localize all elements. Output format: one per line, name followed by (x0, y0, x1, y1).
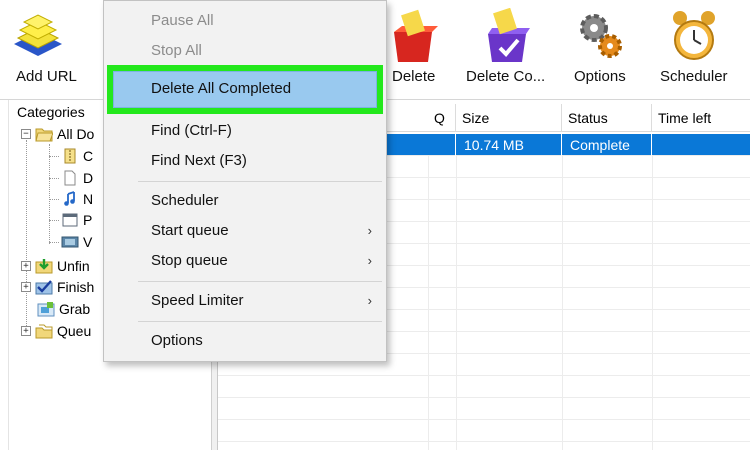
menu-item-find-next[interactable]: Find Next (F3) (104, 147, 386, 175)
tree-item-compressed[interactable]: C (61, 145, 93, 167)
delete-icon (394, 9, 438, 62)
tree-item-queues[interactable]: + Queu (21, 320, 91, 342)
tree-line (26, 140, 27, 336)
menu-separator (138, 321, 382, 322)
tree-item-finished[interactable]: + Finish (21, 276, 94, 298)
tree-label: P (83, 212, 93, 228)
tree-label: Grab (59, 301, 91, 317)
expand-icon[interactable]: + (21, 282, 31, 292)
add-url-icon (14, 14, 62, 56)
cell-time-left (652, 134, 750, 156)
music-note-icon (64, 191, 75, 206)
menu-item-scheduler[interactable]: Scheduler (104, 187, 386, 215)
delete-completed-button[interactable]: Delete Co... (462, 0, 554, 100)
menu-item-stop-queue[interactable]: Stop queue › (104, 247, 386, 275)
cell-status: Complete (562, 134, 652, 156)
tree-item-programs[interactable]: P (61, 209, 92, 231)
folders-icon (35, 324, 53, 339)
context-menu: Pause All Stop All Delete All Completed … (103, 0, 387, 362)
menu-item-pause-all[interactable]: Pause All (104, 7, 386, 35)
tree-item-grabber[interactable]: Grab (37, 298, 90, 320)
menu-item-label: Start queue (151, 222, 229, 239)
column-header-size[interactable]: Size (456, 104, 562, 132)
empty-row (218, 420, 750, 442)
submenu-arrow-icon: › (367, 293, 372, 308)
alarm-clock-icon (673, 11, 715, 60)
tree-item-video[interactable]: V (61, 231, 92, 253)
window-icon (62, 213, 78, 227)
menu-item-find[interactable]: Find (Ctrl-F) (104, 117, 386, 145)
menu-item-options[interactable]: Options (104, 327, 386, 355)
tree-line (49, 220, 59, 221)
cell-q (428, 134, 456, 156)
film-icon (61, 236, 79, 248)
column-header-status[interactable]: Status (562, 104, 652, 132)
tree-label: Unfin (57, 258, 90, 274)
delete-completed-label: Delete Co... (466, 68, 546, 85)
grabber-icon (37, 302, 55, 317)
tree-item-all-downloads[interactable]: − All Do (21, 123, 94, 145)
tree-item-documents[interactable]: D (61, 167, 93, 189)
grid-line (652, 156, 653, 450)
tree-line (49, 156, 59, 157)
empty-row (218, 376, 750, 398)
submenu-arrow-icon: › (367, 253, 372, 268)
tree-line (49, 178, 59, 179)
scheduler-label: Scheduler (660, 68, 728, 85)
gear-icon (580, 14, 622, 58)
tree-label: N (83, 191, 94, 207)
tree-label: Queu (57, 323, 92, 339)
column-header-q[interactable]: Q (428, 104, 456, 132)
tree-item-music[interactable]: N (61, 188, 93, 210)
empty-row (218, 398, 750, 420)
cell-size: 10.74 MB (456, 134, 562, 156)
categories-header: Categories (17, 104, 85, 120)
tree-label: All Do (57, 126, 95, 142)
menu-item-stop-all[interactable]: Stop All (104, 37, 386, 65)
options-label: Options (574, 68, 626, 85)
tree-line (49, 242, 59, 243)
menu-separator (138, 181, 382, 182)
menu-item-label: Speed Limiter (151, 292, 244, 309)
delete-button[interactable]: Delete (388, 0, 444, 100)
tree-label: V (83, 234, 93, 250)
expand-icon[interactable]: + (21, 326, 31, 336)
download-folder-icon (35, 259, 53, 274)
tree-label: C (83, 148, 94, 164)
menu-item-start-queue[interactable]: Start queue › (104, 217, 386, 245)
archive-icon (64, 148, 76, 164)
options-button[interactable]: Options (570, 0, 632, 100)
grid-line (562, 156, 563, 450)
menu-item-label: Stop queue (151, 252, 228, 269)
document-icon (64, 170, 76, 186)
menu-item-speed-limiter[interactable]: Speed Limiter › (104, 287, 386, 315)
submenu-arrow-icon: › (367, 223, 372, 238)
menu-item-delete-all-completed[interactable]: Delete All Completed (104, 75, 386, 103)
tree-line (49, 199, 59, 200)
grid-line (428, 156, 429, 450)
delete-label: Delete (392, 68, 436, 85)
add-url-button[interactable]: Add URL (0, 0, 90, 100)
expand-icon[interactable]: + (21, 261, 31, 271)
scheduler-button[interactable]: Scheduler (656, 0, 736, 100)
add-url-label: Add URL (16, 68, 77, 85)
tree-item-unfinished[interactable]: + Unfin (21, 255, 90, 277)
tree-label: D (83, 170, 94, 186)
delete-completed-icon (488, 8, 530, 62)
menu-separator (138, 281, 382, 282)
collapse-icon[interactable]: − (21, 129, 31, 139)
grid-line (456, 156, 457, 450)
tree-label: Finish (57, 279, 95, 295)
check-folder-icon (35, 280, 53, 295)
folder-open-icon (35, 128, 53, 142)
tree-line (49, 144, 50, 244)
column-header-time-left[interactable]: Time left (652, 104, 750, 132)
